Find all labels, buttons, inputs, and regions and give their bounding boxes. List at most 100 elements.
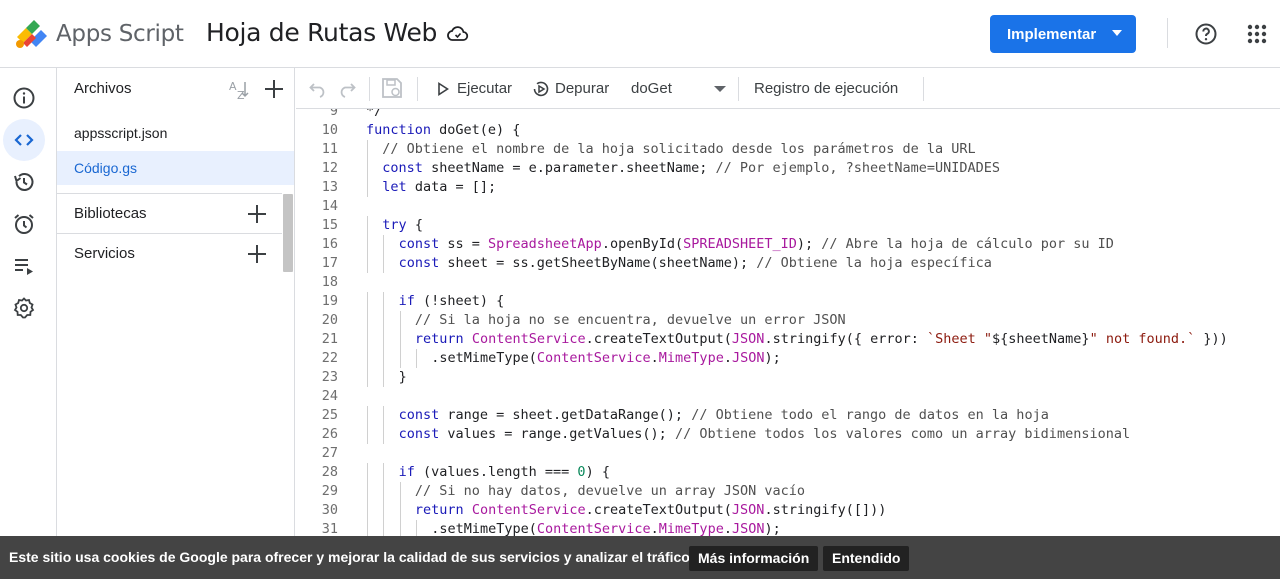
- indent-guide: [367, 235, 368, 254]
- code-line[interactable]: 15 try {: [296, 216, 1280, 235]
- apps-script-logo-icon[interactable]: [14, 19, 50, 49]
- code-line[interactable]: 10 function doGet(e) {: [296, 121, 1280, 140]
- indent-guide: [383, 349, 385, 368]
- code-text: const sheetName = e.parameter.sheetName;…: [382, 160, 1001, 176]
- sort-az-icon[interactable]: A Z: [228, 78, 252, 102]
- code-text: */: [366, 109, 383, 119]
- indent-guide: [367, 292, 368, 311]
- code-text: const range = sheet.getDataRange(); // O…: [398, 407, 1049, 423]
- code-line[interactable]: 14: [296, 197, 1280, 216]
- divider: [417, 77, 418, 101]
- execution-log-toggle[interactable]: Registro de ejecución: [754, 68, 898, 109]
- indent-guide: [367, 216, 368, 235]
- add-service-icon[interactable]: [246, 243, 268, 265]
- code-line[interactable]: 28 if (values.length === 0) {: [296, 463, 1280, 482]
- indent-guide: [367, 349, 368, 368]
- debug-button[interactable]: Depurar: [533, 68, 609, 109]
- indent-guide: [383, 425, 385, 444]
- deploy-button-label: Implementar: [1007, 25, 1097, 43]
- files-scrollbar[interactable]: [283, 194, 293, 272]
- accept-cookies-button[interactable]: Entendido: [823, 546, 910, 571]
- indent-guide: [367, 501, 368, 520]
- code-text: // Obtiene el nombre de la hoja solicita…: [382, 141, 976, 157]
- line-number: 16: [321, 236, 338, 252]
- execution-log-label: Registro de ejecución: [754, 80, 899, 97]
- indent-guide: [367, 425, 368, 444]
- code-text: try {: [382, 217, 423, 233]
- indent-guide: [383, 254, 385, 273]
- code-line[interactable]: 13 let data = [];: [296, 178, 1280, 197]
- code-line[interactable]: 29 // Si no hay datos, devuelve un array …: [296, 482, 1280, 501]
- add-file-icon[interactable]: [263, 78, 285, 100]
- indent-guide: [367, 254, 368, 273]
- line-number: 30: [321, 502, 338, 518]
- line-number: 25: [321, 407, 338, 423]
- app-header: Apps Script Hoja de Rutas Web Implementa…: [0, 0, 1280, 68]
- code-line[interactable]: 20 // Si la hoja no se encuentra, devuelv…: [296, 311, 1280, 330]
- editor-button[interactable]: [3, 119, 45, 161]
- indent-guide: [383, 482, 385, 501]
- run-button[interactable]: Ejecutar: [435, 68, 512, 109]
- redo-icon[interactable]: [337, 78, 357, 98]
- divider: [738, 77, 739, 101]
- triggers-button[interactable]: [3, 203, 45, 245]
- playlist-play-icon: [15, 259, 33, 275]
- save-icon[interactable]: [381, 77, 403, 99]
- overview-button[interactable]: [3, 77, 45, 119]
- indent-guide: [399, 330, 401, 349]
- code-line[interactable]: 17 const sheet = ss.getSheetByName(sheetN…: [296, 254, 1280, 273]
- undo-icon[interactable]: [308, 78, 328, 98]
- code-line[interactable]: 16 const ss = SpreadsheetApp.openById(SPR…: [296, 235, 1280, 254]
- editor-toolbar: Ejecutar Depurar doGet Registro de ejecu…: [296, 68, 1280, 109]
- code-line[interactable]: 12 const sheetName = e.parameter.sheetNam…: [296, 159, 1280, 178]
- indent-guide: [367, 406, 368, 425]
- code-line[interactable]: 18: [296, 273, 1280, 292]
- deploy-button[interactable]: Implementar: [990, 15, 1136, 53]
- code-line[interactable]: 21 return ContentService.createTextOutput…: [296, 330, 1280, 349]
- code-line[interactable]: 19 if (!sheet) {: [296, 292, 1280, 311]
- code-line[interactable]: 22 .setMimeType(ContentService.MimeType.J…: [296, 349, 1280, 368]
- line-number: 17: [321, 255, 338, 271]
- help-icon[interactable]: [1194, 22, 1218, 46]
- line-number: 26: [321, 426, 338, 442]
- code-line[interactable]: 27: [296, 444, 1280, 463]
- code-line[interactable]: 24: [296, 387, 1280, 406]
- alarm-icon: [14, 214, 34, 234]
- code-line[interactable]: 30 return ContentService.createTextOutput…: [296, 501, 1280, 520]
- google-apps-icon[interactable]: [1245, 22, 1269, 46]
- indent-guide: [383, 520, 385, 536]
- divider: [1167, 18, 1168, 48]
- line-number: 27: [321, 445, 338, 461]
- code-line[interactable]: 11 // Obtiene el nombre de la hoja solici…: [296, 140, 1280, 159]
- line-number: 22: [321, 350, 338, 366]
- code-text: let data = [];: [382, 179, 497, 195]
- code-line[interactable]: 25 const range = sheet.getDataRange(); //…: [296, 406, 1280, 425]
- function-select[interactable]: doGet: [631, 68, 731, 109]
- line-number: 18: [321, 274, 338, 290]
- app-name[interactable]: Apps Script: [56, 21, 184, 47]
- code-line[interactable]: 26 const values = range.getValues(); // O…: [296, 425, 1280, 444]
- file-item-appsscript-json[interactable]: appsscript.json: [57, 116, 294, 150]
- execution-log-button[interactable]: [3, 245, 45, 287]
- code-editor[interactable]: 9 */ 10 function doGet(e) {11 // Obtiene el …: [296, 109, 1280, 536]
- file-item-codigo-gs[interactable]: Código.gs: [57, 151, 294, 185]
- indent-guide: [367, 178, 368, 197]
- more-info-button[interactable]: Más información: [689, 546, 819, 571]
- add-library-icon[interactable]: [246, 203, 268, 225]
- indent-guide: [367, 311, 368, 330]
- code-line[interactable]: 9 */: [296, 109, 1280, 121]
- code-text: const ss = SpreadsheetApp.openById(SPREA…: [398, 236, 1114, 252]
- line-number: 9: [329, 109, 338, 119]
- run-label: Ejecutar: [457, 80, 513, 97]
- project-title[interactable]: Hoja de Rutas Web: [206, 18, 437, 47]
- code-line[interactable]: 31 .setMimeType(ContentService.MimeType.J…: [296, 520, 1280, 536]
- debug-icon: [533, 81, 549, 96]
- settings-button[interactable]: [3, 287, 45, 329]
- libraries-label: Bibliotecas: [74, 205, 147, 222]
- executions-button[interactable]: [3, 161, 45, 203]
- indent-guide: [399, 311, 401, 330]
- indent-guide: [367, 482, 368, 501]
- services-section: Servicios: [57, 233, 282, 273]
- code-line[interactable]: 23}: [296, 368, 1280, 387]
- gear-icon: [13, 297, 35, 319]
